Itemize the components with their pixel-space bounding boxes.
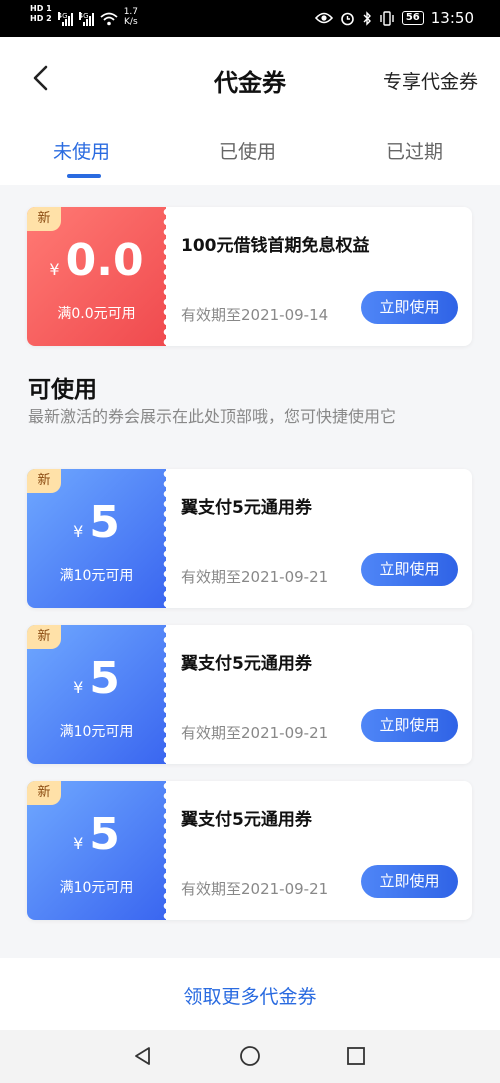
- use-now-button[interactable]: 立即使用: [361, 553, 458, 586]
- tab-unused[interactable]: 未使用: [53, 137, 110, 164]
- network-label-2: HD 2: [30, 14, 52, 23]
- coupon-perforation: [161, 469, 167, 608]
- currency-symbol: ¥: [73, 522, 84, 541]
- coupon-title: 翼支付5元通用券: [181, 654, 312, 674]
- currency-symbol: ¥: [73, 678, 84, 697]
- coupon-card: 新 ¥ 5 满10元可用 翼支付5元通用券 有效期至2021-09-21 立即使…: [27, 625, 472, 764]
- coupon-expiry: 有效期至2021-09-14: [181, 306, 329, 324]
- use-now-button[interactable]: 立即使用: [361, 865, 458, 898]
- nav-home-icon[interactable]: [239, 1045, 261, 1067]
- new-badge: 新: [27, 207, 61, 231]
- coupon-condition: 满0.0元可用: [57, 306, 136, 322]
- wifi-icon: [100, 12, 118, 26]
- coupon-value-panel: 新 ¥ 5 满10元可用: [27, 625, 166, 764]
- use-now-button[interactable]: 立即使用: [361, 291, 458, 324]
- tab-used[interactable]: 已使用: [219, 137, 276, 164]
- coupon-value-panel: 新 ¥ 5 满10元可用: [27, 469, 166, 608]
- bluetooth-icon: [363, 10, 371, 26]
- new-badge: 新: [27, 625, 61, 649]
- section-description: 最新激活的券会展示在此处顶部哦，您可快捷使用它: [28, 407, 397, 426]
- currency-symbol: ¥: [73, 834, 84, 853]
- coupon-perforation: [161, 625, 167, 764]
- coupon-perforation: [161, 781, 167, 920]
- status-bar: HD 1 HD 2 4G 4G 1.7 K/s 56 13:50: [0, 0, 500, 37]
- coupon-title: 翼支付5元通用券: [181, 498, 312, 518]
- signal-icon: 4G: [57, 12, 73, 26]
- nav-back-icon[interactable]: [132, 1045, 154, 1067]
- clock: 13:50: [430, 9, 474, 27]
- new-badge: 新: [27, 781, 61, 805]
- system-nav-bar: [0, 1030, 500, 1083]
- coupon-expiry: 有效期至2021-09-21: [181, 880, 329, 898]
- use-now-button[interactable]: 立即使用: [361, 709, 458, 742]
- coupon-amount: 5: [89, 809, 120, 860]
- coupon-expiry: 有效期至2021-09-21: [181, 568, 329, 586]
- coupon-title: 翼支付5元通用券: [181, 810, 312, 830]
- currency-symbol: ¥: [49, 260, 60, 279]
- coupon-amount: 5: [89, 497, 120, 548]
- signal-type-label: 4G: [57, 12, 68, 20]
- coupon-condition: 满10元可用: [59, 880, 134, 896]
- coupon-condition: 满10元可用: [59, 568, 134, 584]
- network-speed: 1.7 K/s: [124, 7, 138, 27]
- new-badge: 新: [27, 469, 61, 493]
- exclusive-coupons-link[interactable]: 专享代金券: [383, 67, 478, 94]
- get-more-coupons-link[interactable]: 领取更多代金券: [0, 982, 500, 1009]
- tab-indicator: [67, 174, 101, 178]
- coupon-amount: 0.0: [65, 235, 144, 286]
- signal-type-label-2: 4G: [78, 12, 89, 20]
- nav-recents-icon[interactable]: [345, 1045, 367, 1067]
- coupon-expiry: 有效期至2021-09-21: [181, 724, 329, 742]
- tab-expired[interactable]: 已过期: [386, 137, 443, 164]
- alarm-icon: [341, 12, 354, 25]
- coupon-title: 100元借钱首期免息权益: [181, 236, 370, 256]
- network-label-1: HD 1: [30, 4, 52, 13]
- signal-icon-2: 4G: [78, 12, 94, 26]
- featured-coupon-card: 新 ¥ 0.0 满0.0元可用 100元借钱首期免息权益 有效期至2021-09…: [27, 207, 472, 346]
- coupon-value-panel: 新 ¥ 0.0 满0.0元可用: [27, 207, 166, 346]
- coupon-value-panel: 新 ¥ 5 满10元可用: [27, 781, 166, 920]
- coupon-card: 新 ¥ 5 满10元可用 翼支付5元通用券 有效期至2021-09-21 立即使…: [27, 781, 472, 920]
- battery-level: 56: [401, 11, 424, 25]
- speed-value: 1.7: [123, 7, 139, 17]
- eye-icon: [314, 12, 333, 24]
- speed-unit: K/s: [124, 17, 138, 27]
- app-header: 代金券 专享代金券 未使用 已使用 已过期: [0, 37, 500, 185]
- section-title: 可使用: [28, 377, 97, 403]
- footer-bar: 领取更多代金券: [0, 958, 500, 1030]
- vibrate-icon: [380, 10, 394, 26]
- network-labels: HD 1 HD 2: [30, 4, 52, 23]
- coupon-card: 新 ¥ 5 满10元可用 翼支付5元通用券 有效期至2021-09-21 立即使…: [27, 469, 472, 608]
- coupon-perforation: [161, 207, 167, 346]
- coupon-condition: 满10元可用: [59, 724, 134, 740]
- coupon-amount: 5: [89, 653, 120, 704]
